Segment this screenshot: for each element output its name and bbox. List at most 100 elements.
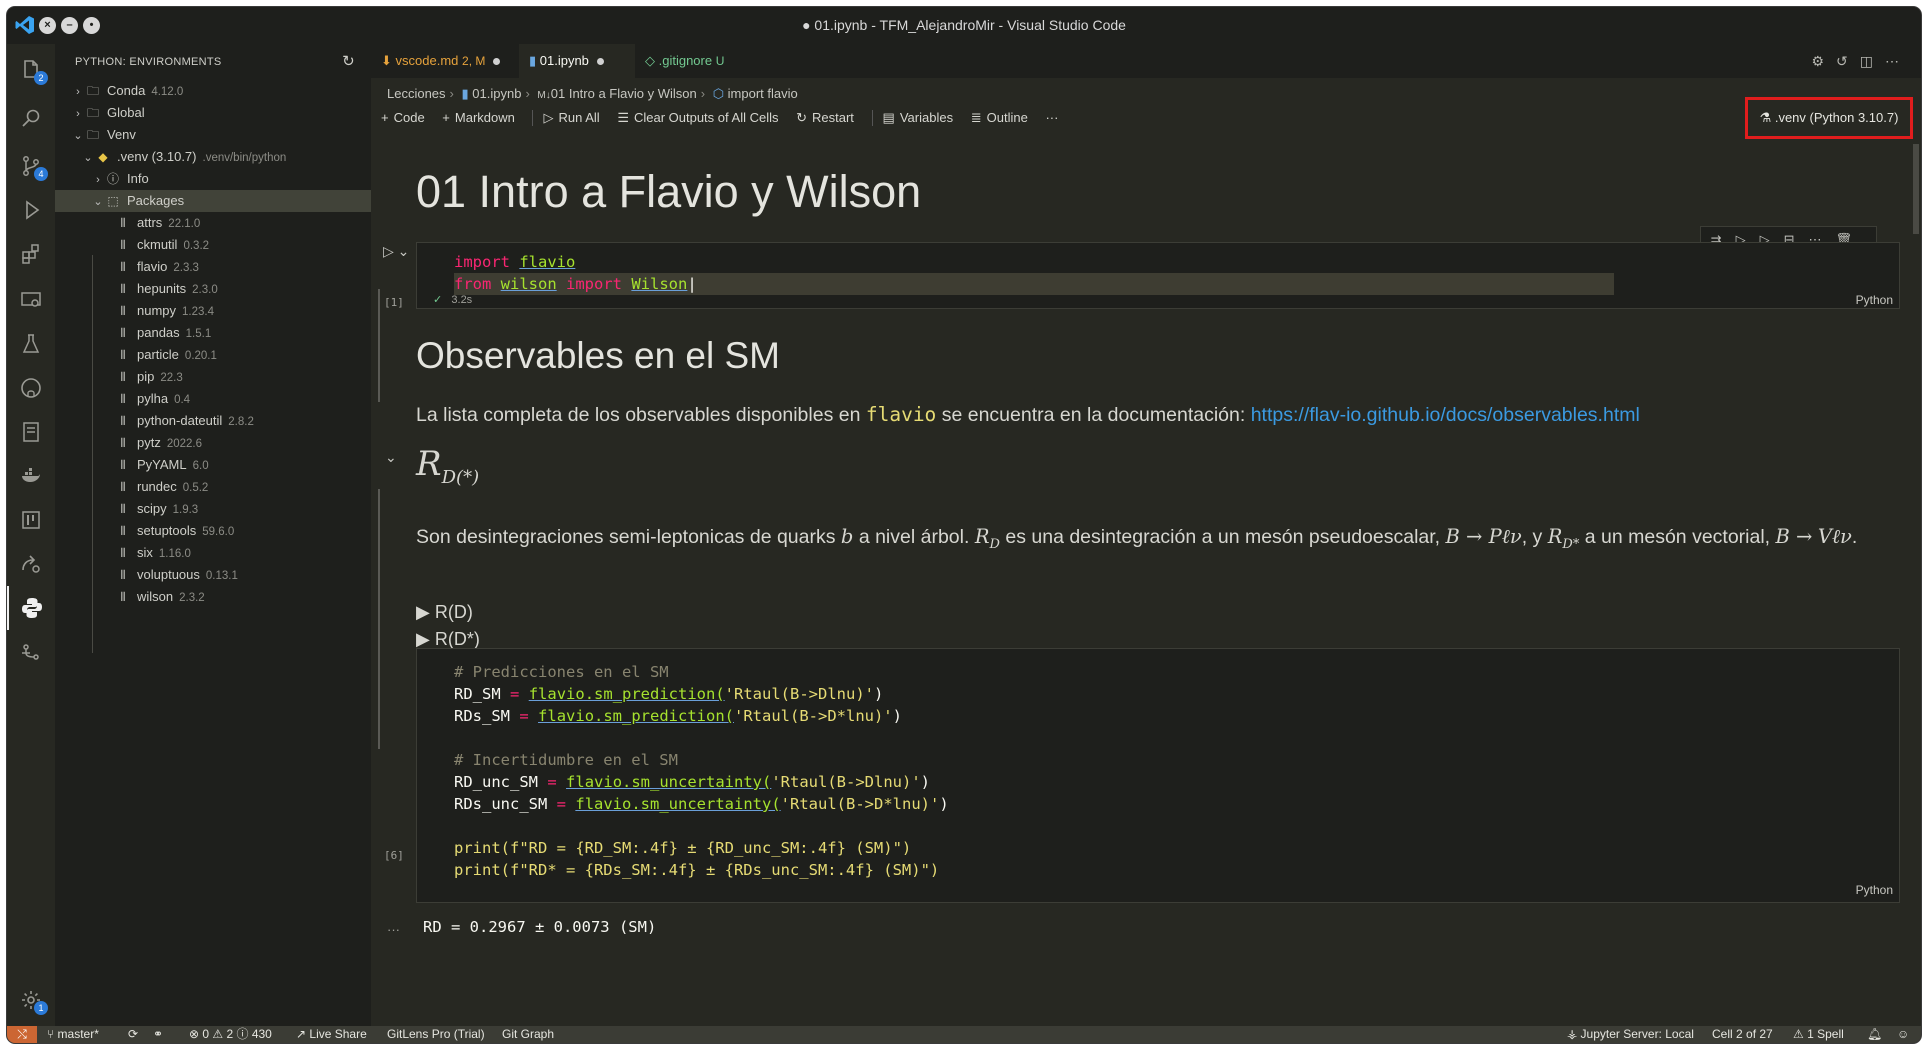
package-item[interactable]: ⦀ setuptools 59.6.0	[55, 520, 371, 542]
venv-packages[interactable]: ⌄ ⬚ Packages	[55, 190, 371, 212]
search-icon[interactable]	[7, 96, 55, 140]
live-share-icon[interactable]	[7, 542, 55, 586]
breadcrumb-item[interactable]: Lecciones	[387, 86, 446, 101]
breadcrumb-item[interactable]: import flavio	[728, 86, 798, 101]
code-editor[interactable]: import flavio from wilson import Wilson|	[454, 251, 1614, 295]
kernel-picker-button[interactable]: ⚗ .venv (Python 3.10.7)	[1745, 97, 1913, 139]
package-item[interactable]: ⦀ scipy 1.9.3	[55, 498, 371, 520]
python-environments-panel: PYTHON: ENVIRONMENTS ↻ › 🗀 Conda 4.12.0 › 🗀 G…	[55, 44, 371, 1026]
testing-icon[interactable]	[7, 322, 55, 366]
package-item[interactable]: ⦀ pip 22.3	[55, 366, 371, 388]
remote-explorer-icon[interactable]	[7, 278, 55, 322]
info-icon: ⓘ	[106, 172, 119, 186]
notebook-icon[interactable]	[7, 410, 55, 454]
env-group-venv[interactable]: ⌄ 🗀 Venv	[55, 124, 371, 146]
env-group-global[interactable]: › 🗀 Global	[55, 102, 371, 124]
remote-icon[interactable]: ⤭	[7, 1026, 37, 1043]
problems-indicator[interactable]: ⊗ 0 ⚠ 2 ⓘ 430	[189, 1026, 272, 1043]
package-item[interactable]: ⦀ pytz 2022.6	[55, 432, 371, 454]
run-all-button[interactable]: ▷ Run All	[532, 110, 600, 126]
git-graph-icon[interactable]: ⚭	[153, 1026, 163, 1043]
cell-focus-indicator	[378, 289, 380, 402]
package-name: hepunits	[137, 281, 187, 296]
package-item[interactable]: ⦀ attrs 22.1.0	[55, 212, 371, 234]
package-item[interactable]: ⦀ python-dateutil 2.8.2	[55, 410, 371, 432]
jupyter-server-status[interactable]: ⚶ Jupyter Server: Local	[1567, 1026, 1694, 1043]
project-board-icon[interactable]	[7, 498, 55, 542]
tab-gitignore[interactable]: ◇ .gitignore U	[635, 44, 755, 78]
more-toolbar-button[interactable]: ···	[1045, 110, 1058, 125]
split-editor-icon[interactable]: ◫	[1860, 53, 1885, 69]
library-icon: ⦀	[120, 392, 126, 406]
package-name: pytz	[137, 435, 161, 450]
run-cell-icon[interactable]: ▷ ⌄	[383, 243, 409, 260]
editor-scrollbar[interactable]	[1911, 144, 1921, 1026]
tab-vscode-md[interactable]: ⬇ vscode.md 2, M	[371, 44, 531, 78]
branch-indicator[interactable]: ⑂ master*	[47, 1026, 99, 1043]
collapse-chevron-icon[interactable]: ⌄	[385, 449, 397, 466]
venv-info[interactable]: › ⓘ Info	[55, 168, 371, 190]
variables-button[interactable]: ▤ Variables	[871, 110, 953, 126]
details-rd[interactable]: ▶ R(D)	[416, 602, 473, 623]
spell-check-status[interactable]: ⚠ 1 Spell	[1793, 1026, 1844, 1043]
details-rds[interactable]: ▶ R(D*)	[416, 629, 480, 650]
package-item[interactable]: ⦀ particle 0.20.1	[55, 344, 371, 366]
extensions-icon[interactable]	[7, 232, 55, 276]
source-control-icon[interactable]: 4	[7, 144, 55, 188]
package-item[interactable]: ⦀ flavio 2.3.3	[55, 256, 371, 278]
package-item[interactable]: ⦀ ckmutil 0.3.2	[55, 234, 371, 256]
package-item[interactable]: ⦀ pandas 1.5.1	[55, 322, 371, 344]
breadcrumb-item[interactable]: 01 Intro a Flavio y Wilson	[551, 86, 697, 101]
rd-heading: RD(*)	[416, 444, 480, 488]
gitlens-icon[interactable]	[7, 630, 55, 674]
package-version: 0.20.1	[184, 350, 217, 362]
code-cell-1[interactable]: import flavio from wilson import Wilson|…	[416, 242, 1900, 309]
package-item[interactable]: ⦀ hepunits 2.3.0	[55, 278, 371, 300]
add-markdown-button[interactable]: + Markdown	[442, 110, 515, 125]
cell-language[interactable]: Python	[1856, 883, 1893, 897]
package-item[interactable]: ⦀ voluptuous 0.13.1	[55, 564, 371, 586]
cell-position[interactable]: Cell 2 of 27	[1712, 1026, 1773, 1043]
run-debug-icon[interactable]	[7, 188, 55, 232]
package-item[interactable]: ⦀ pylha 0.4	[55, 388, 371, 410]
package-item[interactable]: ⦀ six 1.16.0	[55, 542, 371, 564]
docker-icon[interactable]	[7, 454, 55, 498]
markdown-prefix: M↓	[537, 90, 551, 101]
env-group-conda[interactable]: › 🗀 Conda 4.12.0	[55, 80, 371, 102]
venv-environment[interactable]: ⌄ ◆ .venv (3.10.7) .venv/bin/python	[55, 146, 371, 168]
chevron-right-icon: ›	[76, 108, 80, 120]
output-more-icon[interactable]: ···	[387, 922, 400, 937]
github-icon[interactable]	[7, 366, 55, 410]
package-item[interactable]: ⦀ rundec 0.5.2	[55, 476, 371, 498]
package-name: pip	[137, 369, 155, 384]
package-item[interactable]: ⦀ numpy 1.23.4	[55, 300, 371, 322]
library-icon: ⦀	[120, 326, 126, 340]
documentation-link[interactable]: https://flav-io.github.io/docs/observabl…	[1251, 404, 1640, 426]
settings-gear-icon[interactable]: ⚙	[1811, 53, 1836, 69]
timeline-icon[interactable]: ↺	[1836, 53, 1860, 69]
package-item[interactable]: ⦀ PyYAML 6.0	[55, 454, 371, 476]
outline-button[interactable]: ≣ Outline	[971, 110, 1028, 126]
package-item[interactable]: ⦀ wilson 2.3.2	[55, 586, 371, 608]
tab-01-ipynb[interactable]: ▮ 01.ipynb	[519, 44, 635, 78]
sync-icon[interactable]: ⟳	[128, 1026, 138, 1043]
breadcrumb-item[interactable]: 01.ipynb	[472, 86, 521, 101]
git-graph-button[interactable]: Git Graph	[502, 1026, 554, 1043]
add-code-button[interactable]: + Code	[381, 110, 425, 125]
python-icon[interactable]	[7, 586, 55, 630]
clear-outputs-button[interactable]: ☰ Clear Outputs of All Cells	[617, 110, 778, 126]
notifications-bell-icon[interactable]: 🔔︎	[1867, 1026, 1882, 1043]
gitlens-button[interactable]: GitLens Pro (Trial)	[387, 1026, 485, 1043]
cell-language[interactable]: Python	[1856, 293, 1893, 307]
settings-gear-icon[interactable]: 1	[7, 978, 55, 1022]
code-cell-2[interactable]: # Predicciones en el SM RD_SM = flavio.s…	[416, 648, 1900, 903]
code-editor[interactable]: # Predicciones en el SM RD_SM = flavio.s…	[454, 661, 949, 881]
package-name: pandas	[137, 325, 180, 340]
live-share-button[interactable]: ↗ Live Share	[296, 1026, 367, 1043]
execution-count: [1]	[384, 296, 404, 309]
restart-button[interactable]: ↻ Restart	[796, 110, 854, 126]
more-actions-icon[interactable]: ⋯	[1885, 53, 1911, 69]
refresh-icon[interactable]: ↻	[342, 44, 355, 80]
explorer-icon[interactable]: 2	[7, 48, 55, 92]
feedback-icon[interactable]: ☺	[1897, 1026, 1909, 1043]
